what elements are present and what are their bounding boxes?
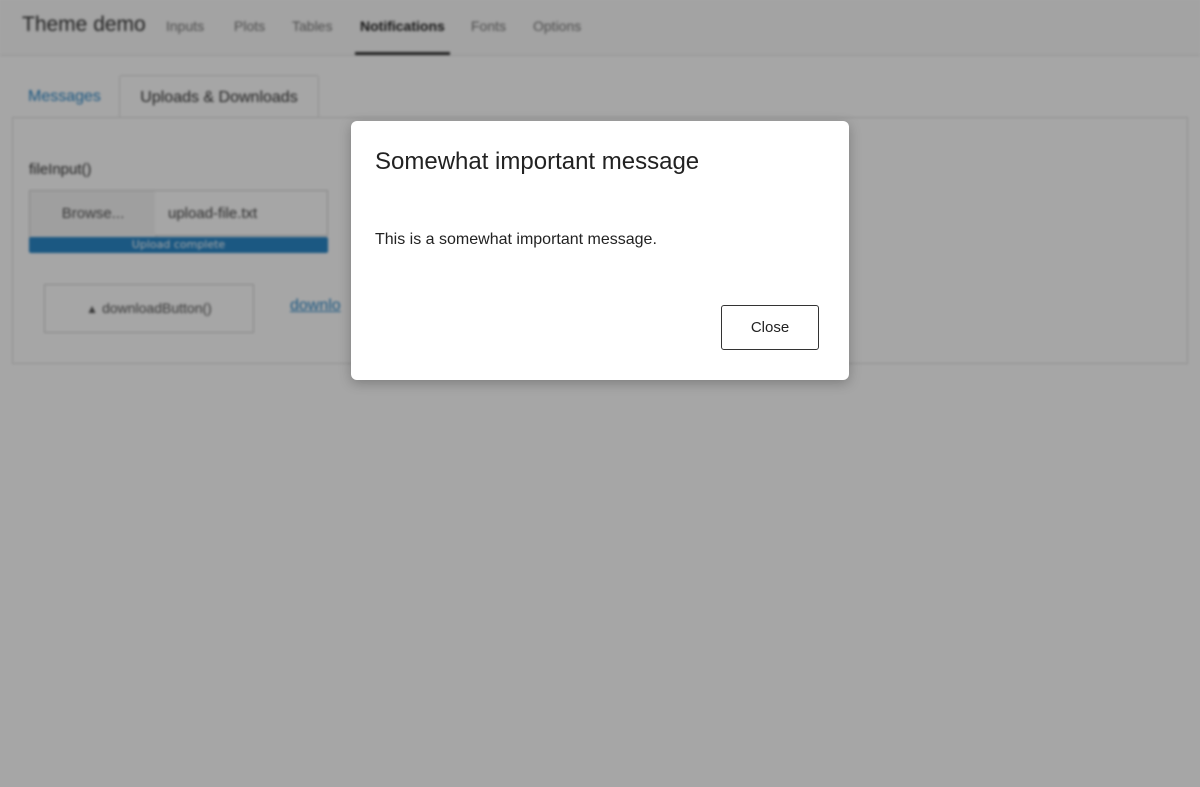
modal-backdrop[interactable] [0,0,1200,787]
modal-title: Somewhat important message [375,148,700,175]
modal-body: This is a somewhat important message. [375,231,657,248]
close-button[interactable]: Close [721,305,819,350]
modal-dialog: Somewhat important message This is a som… [351,121,849,380]
